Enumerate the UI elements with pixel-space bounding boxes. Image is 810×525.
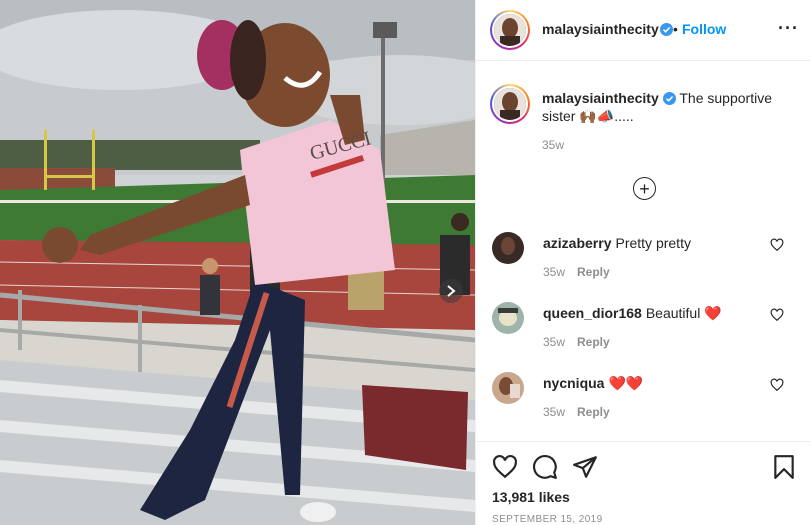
post-side-panel: malaysiainthecity • Follow ··· malaysiai… <box>475 0 810 525</box>
separator-dot: • <box>673 21 678 37</box>
heart-icon[interactable] <box>770 238 784 252</box>
bookmark-icon[interactable] <box>771 454 797 480</box>
photo-scene: GUCCI <box>0 0 475 525</box>
post-photo[interactable]: GUCCI <box>0 0 475 525</box>
comment-body: queen_dior168 Beautiful ❤️ <box>543 304 722 322</box>
comment-text: Beautiful ❤️ <box>645 305 722 321</box>
share-icon[interactable] <box>572 454 598 480</box>
post-actions: 13,981 likes September 15, 2019 <box>476 441 810 525</box>
avatar-image <box>494 88 526 120</box>
follow-button[interactable]: Follow <box>682 21 726 37</box>
comment-username[interactable]: azizaberry <box>543 235 611 251</box>
reply-button[interactable]: Reply <box>577 265 610 279</box>
commenter-avatar[interactable] <box>492 302 524 334</box>
load-more-comments-button[interactable]: + <box>633 177 656 200</box>
comment-item: azizaberry Pretty pretty 35w Reply <box>492 232 802 292</box>
comment-meta: 35w Reply <box>543 335 610 349</box>
comment-icon[interactable] <box>532 454 558 480</box>
comment-timestamp[interactable]: 35w <box>543 335 565 349</box>
reply-button[interactable]: Reply <box>577 335 610 349</box>
comment-body: azizaberry Pretty pretty <box>543 234 691 252</box>
author-username[interactable]: malaysiainthecity <box>542 21 659 37</box>
caption-avatar[interactable] <box>490 84 530 124</box>
more-options-icon[interactable]: ··· <box>778 18 799 39</box>
avatar-image <box>492 372 524 404</box>
comment-body: nycniqua ❤️❤️ <box>543 374 643 392</box>
like-heart-icon[interactable] <box>492 454 518 480</box>
post-header: malaysiainthecity • Follow ··· <box>476 0 810 61</box>
like-count[interactable]: 13,981 likes <box>492 489 570 505</box>
comment-item: nycniqua ❤️❤️ 35w Reply <box>492 372 802 432</box>
avatar-image <box>492 232 524 264</box>
heart-icon[interactable] <box>770 308 784 322</box>
comment-item: queen_dior168 Beautiful ❤️ 35w Reply <box>492 302 802 362</box>
verified-badge-icon <box>660 23 673 36</box>
comment-username[interactable]: queen_dior168 <box>543 305 642 321</box>
comment-timestamp[interactable]: 35w <box>543 265 565 279</box>
comment-username[interactable]: nycniqua <box>543 375 604 391</box>
carousel-next-button[interactable] <box>439 279 463 303</box>
avatar-image <box>494 14 526 46</box>
commenter-avatar[interactable] <box>492 232 524 264</box>
reply-button[interactable]: Reply <box>577 405 610 419</box>
heart-icon[interactable] <box>770 378 784 392</box>
author-avatar[interactable] <box>490 10 530 50</box>
post-date[interactable]: September 15, 2019 <box>492 514 603 525</box>
avatar-image <box>492 302 524 334</box>
comment-text: Pretty pretty <box>615 235 691 251</box>
caption-username[interactable]: malaysiainthecity <box>542 90 659 106</box>
comment-meta: 35w Reply <box>543 405 610 419</box>
caption-text-block: malaysiainthecity The supportive sister … <box>542 89 787 125</box>
comment-text: ❤️❤️ <box>608 375 644 391</box>
plus-circle-icon: + <box>639 178 650 199</box>
chevron-right-icon <box>447 285 456 297</box>
caption-timestamp[interactable]: 35w <box>542 138 564 152</box>
verified-badge-icon <box>662 92 676 105</box>
commenter-avatar[interactable] <box>492 372 524 404</box>
comment-meta: 35w Reply <box>543 265 610 279</box>
comment-timestamp[interactable]: 35w <box>543 405 565 419</box>
